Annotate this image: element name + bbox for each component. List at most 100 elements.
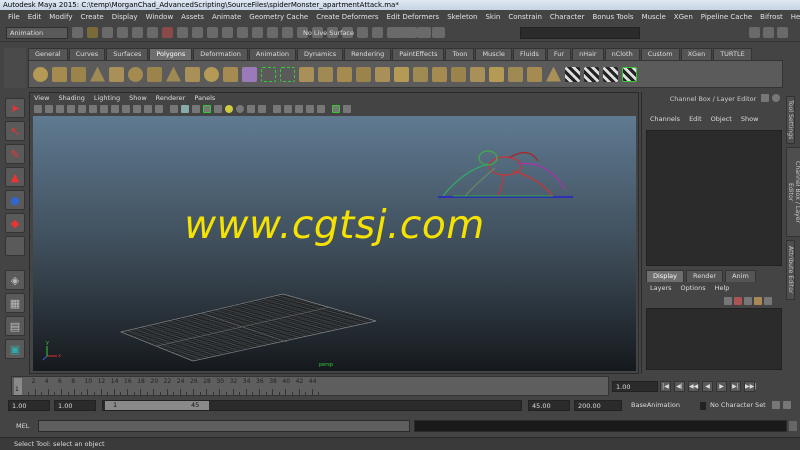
side-tab-attribute-editor[interactable]: Attribute Editor — [786, 240, 795, 300]
layer-tab-render[interactable]: Render — [685, 270, 724, 282]
perspective-viewport[interactable]: persp y x www.cgtsj.com — [33, 116, 636, 371]
menu-help[interactable]: Help — [787, 13, 800, 21]
menu-file[interactable]: File — [4, 13, 24, 21]
boolean-union-icon[interactable] — [337, 66, 352, 82]
screen-space-ao-icon[interactable] — [236, 105, 244, 113]
panel-menu-shading[interactable]: Shading — [58, 93, 84, 103]
tab-nhair[interactable]: nHair — [572, 48, 604, 60]
menu-assets[interactable]: Assets — [177, 13, 208, 21]
lock-selection-icon[interactable] — [282, 27, 293, 38]
gamma-icon[interactable] — [332, 105, 340, 113]
depth-of-field-icon[interactable] — [273, 105, 281, 113]
select-by-dynamics-icon[interactable] — [237, 27, 248, 38]
menu-modify[interactable]: Modify — [45, 13, 76, 21]
layer-menu-layers[interactable]: Layers — [650, 282, 672, 294]
select-by-curve-icon[interactable] — [192, 27, 203, 38]
quick-rename-icon[interactable] — [420, 27, 431, 38]
bridge-icon[interactable] — [432, 66, 447, 82]
panel-menu-view[interactable]: View — [34, 93, 49, 103]
tab-dynamics[interactable]: Dynamics — [297, 48, 344, 60]
camera-attributes-icon[interactable] — [45, 105, 53, 113]
wedge-icon[interactable] — [527, 66, 542, 82]
move-layer-up-icon[interactable] — [724, 297, 732, 305]
layer-list[interactable] — [646, 308, 782, 370]
poly-cone-icon[interactable] — [90, 66, 105, 82]
tab-xgen[interactable]: XGen — [680, 48, 713, 60]
layer-menu-help[interactable]: Help — [715, 282, 730, 294]
current-frame-field[interactable]: 1.00 — [612, 381, 658, 392]
select-by-render-icon[interactable] — [252, 27, 263, 38]
poly-torus-icon[interactable] — [128, 66, 143, 82]
tab-rendering[interactable]: Rendering — [344, 48, 392, 60]
absolute-transform-icon[interactable] — [434, 27, 445, 38]
2d-pan-zoom-icon[interactable] — [78, 105, 86, 113]
tab-painteffects[interactable]: PaintEffects — [392, 48, 445, 60]
menu-set-dropdown[interactable]: Animation — [6, 27, 68, 39]
motion-blur-icon[interactable] — [247, 105, 255, 113]
multisample-aa-icon[interactable] — [258, 105, 266, 113]
isolate-select-icon[interactable] — [284, 105, 292, 113]
scale-tool-button[interactable]: ◆ — [5, 213, 25, 233]
tab-deformation[interactable]: Deformation — [193, 48, 248, 60]
panel-menu-renderer[interactable]: Renderer — [156, 93, 186, 103]
anim-layer-dropdown[interactable]: BaseAnimation — [628, 400, 698, 412]
tab-ncloth[interactable]: nCloth — [604, 48, 640, 60]
poly-cylinder-icon[interactable] — [71, 66, 86, 82]
uv-editor-icon[interactable] — [622, 66, 637, 82]
select-component-icon[interactable] — [147, 27, 158, 38]
bookmark-icon[interactable] — [56, 105, 64, 113]
menu-character[interactable]: Character — [546, 13, 589, 21]
mirror-geometry-icon[interactable] — [394, 66, 409, 82]
menu-skin[interactable]: Skin — [481, 13, 504, 21]
four-view-layout-button[interactable]: ▦ — [5, 293, 25, 313]
xray-icon[interactable] — [295, 105, 303, 113]
script-editor-icon[interactable] — [789, 421, 797, 431]
extrude-icon[interactable] — [413, 66, 428, 82]
menu-create[interactable]: Create — [76, 13, 107, 21]
camera-icon[interactable] — [392, 27, 403, 38]
tab-muscle[interactable]: Muscle — [475, 48, 512, 60]
menu-edit-deformers[interactable]: Edit Deformers — [383, 13, 444, 21]
tab-custom[interactable]: Custom — [640, 48, 680, 60]
select-by-misc-icon[interactable] — [267, 27, 278, 38]
time-slider[interactable]: 2 4 6 8 10 12 14 16 18 20 22 24 26 28 30 32 34 36 38 40 42 44… — [11, 376, 609, 396]
step-back-frame-button[interactable]: ◀◀ — [688, 381, 699, 392]
wireframe-icon[interactable] — [170, 105, 178, 113]
single-perspective-layout-button[interactable]: ◈ — [5, 270, 25, 290]
toggle-attribute-editor-icon[interactable] — [749, 27, 760, 38]
step-back-key-button[interactable]: ◀| — [674, 381, 685, 392]
select-hierarchy-icon[interactable] — [117, 27, 128, 38]
poly-soccer-ball-icon[interactable] — [223, 66, 238, 82]
smooth-icon[interactable] — [318, 66, 333, 82]
append-polygon-icon[interactable] — [451, 66, 466, 82]
go-to-start-button[interactable]: |◀ — [660, 381, 671, 392]
toggle-tool-settings-icon[interactable] — [763, 27, 774, 38]
image-plane-icon[interactable] — [67, 105, 75, 113]
tab-polygons[interactable]: Polygons — [149, 48, 193, 60]
select-by-surface-icon[interactable] — [207, 27, 218, 38]
wireframe-on-shaded-icon[interactable] — [192, 105, 200, 113]
tab-toon[interactable]: Toon — [445, 48, 475, 60]
script-editor-layout-button[interactable]: ▣ — [5, 339, 25, 359]
menu-xgen[interactable]: XGen — [670, 13, 697, 21]
film-gate-icon[interactable] — [100, 105, 108, 113]
show-hide-modeling-toolkit-icon[interactable] — [406, 27, 417, 38]
poly-pyramid-icon[interactable] — [166, 66, 181, 82]
poly-cube-icon[interactable] — [52, 66, 67, 82]
combine-icon[interactable] — [261, 66, 276, 82]
checker-uv-icon[interactable] — [565, 66, 580, 82]
playback-start-field[interactable]: 1.00 — [54, 400, 96, 411]
menu-skeleton[interactable]: Skeleton — [443, 13, 481, 21]
menu-bonus-tools[interactable]: Bonus Tools — [588, 13, 637, 21]
side-tab-tool-settings[interactable]: Tool Settings — [786, 96, 795, 144]
boolean-intersection-icon[interactable] — [375, 66, 390, 82]
side-tab-channel-box[interactable]: Channel Box / Layer Editor — [786, 147, 800, 237]
tab-curves[interactable]: Curves — [68, 48, 106, 60]
animation-start-field[interactable]: 1.00 — [8, 400, 50, 411]
layer-tab-anim[interactable]: Anim — [725, 270, 756, 282]
menu-display[interactable]: Display — [108, 13, 142, 21]
playback-end-field[interactable]: 45.00 — [528, 400, 570, 411]
panel-menu-show[interactable]: Show — [129, 93, 147, 103]
channel-box-menu-edit[interactable]: Edit — [689, 113, 702, 125]
panel-menu-panels[interactable]: Panels — [194, 93, 215, 103]
